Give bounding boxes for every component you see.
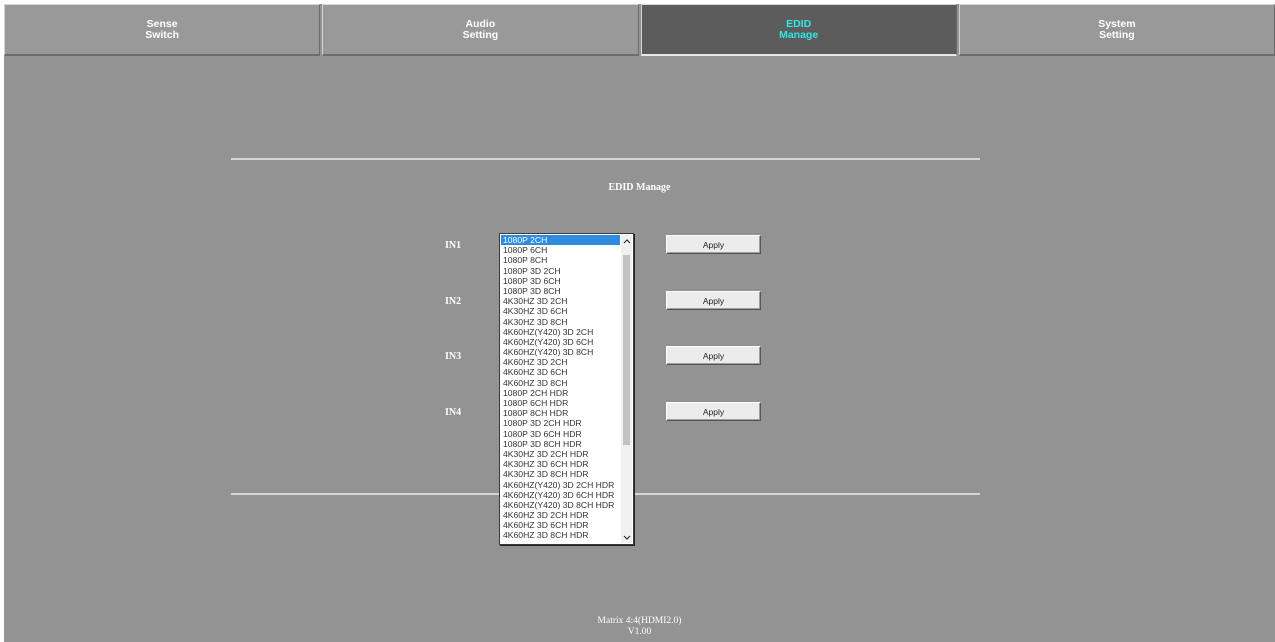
- dropdown-option[interactable]: 4K60HZ(Y420) 3D 6CH HDR: [501, 490, 620, 500]
- dropdown-option[interactable]: 1080P 2CH HDR: [501, 388, 620, 398]
- dropdown-option[interactable]: 1080P 3D 2CH: [501, 266, 620, 276]
- dropdown-option[interactable]: 4K60HZ 3D 6CH: [501, 367, 620, 377]
- in4-label: IN4: [445, 407, 462, 418]
- dropdown-option[interactable]: 1080P 8CH HDR: [501, 408, 620, 418]
- dropdown-option[interactable]: 4K60HZ 3D 8CH: [501, 378, 620, 388]
- model-name: Matrix 4:4(HDMI2.0): [597, 616, 682, 626]
- dropdown-option[interactable]: 4K30HZ 3D 2CH: [501, 296, 620, 306]
- tab-label: Audio Setting: [462, 17, 499, 41]
- tab-sense-switch[interactable]: Sense Switch: [4, 4, 321, 56]
- scrollbar-thumb[interactable]: [623, 255, 630, 445]
- dropdown-option[interactable]: 4K60HZ 3D 2CH HDR: [501, 510, 620, 520]
- dropdown-option[interactable]: 1080P 6CH: [501, 245, 620, 255]
- footer: Matrix 4:4(HDMI2.0) V1.00: [4, 616, 1275, 638]
- dropdown-option[interactable]: 4K60HZ(Y420) 3D 2CH: [501, 327, 620, 337]
- dropdown-option[interactable]: 1080P 3D 2CH HDR: [501, 418, 620, 428]
- chevron-up-icon[interactable]: [621, 235, 632, 246]
- dropdown-option[interactable]: 1080P 8CH: [501, 255, 620, 265]
- dropdown-option[interactable]: 4K30HZ 3D 8CH: [501, 317, 620, 327]
- dropdown-option[interactable]: 4K60HZ(Y420) 3D 6CH: [501, 337, 620, 347]
- in1-edid-dropdown-list[interactable]: 1080P 2CH 1080P 6CH 1080P 8CH 1080P 3D 2CH 1…: [499, 233, 634, 545]
- dropdown-option[interactable]: 4K30HZ 3D 8CH HDR: [501, 469, 620, 479]
- dropdown-scrollbar[interactable]: [621, 235, 632, 543]
- dropdown-option[interactable]: 4K60HZ(Y420) 3D 8CH: [501, 347, 620, 357]
- dropdown-option[interactable]: 1080P 3D 8CH HDR: [501, 439, 620, 449]
- in1-apply-button[interactable]: Apply: [666, 235, 761, 254]
- dropdown-option[interactable]: 1080P 3D 8CH: [501, 286, 620, 296]
- dropdown-option[interactable]: 4K30HZ 3D 6CH HDR: [501, 459, 620, 469]
- in1-label: IN1: [445, 240, 462, 251]
- chevron-down-icon[interactable]: [621, 532, 632, 543]
- tab-audio-setting[interactable]: Audio Setting: [322, 4, 639, 56]
- dropdown-option[interactable]: 4K30HZ 3D 2CH HDR: [501, 449, 620, 459]
- in3-label: IN3: [445, 351, 462, 362]
- tab-label: System Setting: [1098, 17, 1136, 41]
- app-frame: Sense Switch Audio Setting EDID Manage S…: [4, 4, 1275, 642]
- in4-apply-button[interactable]: Apply: [666, 402, 761, 421]
- tab-system-setting[interactable]: System Setting: [958, 4, 1275, 56]
- dropdown-options: 1080P 2CH 1080P 6CH 1080P 8CH 1080P 3D 2CH 1…: [501, 235, 620, 541]
- dropdown-option[interactable]: 4K60HZ 3D 8CH HDR: [501, 530, 620, 540]
- firmware-version: V1.00: [627, 627, 652, 637]
- section-title: EDID Manage: [608, 182, 671, 193]
- dropdown-option[interactable]: 1080P 3D 6CH: [501, 276, 620, 286]
- dropdown-option[interactable]: 1080P 6CH HDR: [501, 398, 620, 408]
- in2-apply-button[interactable]: Apply: [666, 291, 761, 310]
- in2-label: IN2: [445, 296, 462, 307]
- in3-apply-button[interactable]: Apply: [666, 346, 761, 365]
- tab-edid-manage[interactable]: EDID Manage: [640, 4, 957, 56]
- tab-bar: Sense Switch Audio Setting EDID Manage S…: [4, 4, 1275, 60]
- dropdown-option[interactable]: 4K60HZ(Y420) 3D 8CH HDR: [501, 500, 620, 510]
- dropdown-option[interactable]: 4K30HZ 3D 6CH: [501, 306, 620, 316]
- dropdown-option[interactable]: 4K60HZ 3D 6CH HDR: [501, 520, 620, 530]
- dropdown-option[interactable]: 4K60HZ 3D 2CH: [501, 357, 620, 367]
- tab-label: EDID Manage: [779, 17, 819, 41]
- dropdown-option[interactable]: 1080P 2CH: [501, 235, 620, 246]
- tab-label: Sense Switch: [145, 17, 180, 41]
- dropdown-option[interactable]: 4K60HZ(Y420) 3D 2CH HDR: [501, 480, 620, 490]
- dropdown-option[interactable]: 1080P 3D 6CH HDR: [501, 429, 620, 439]
- divider-top: [231, 158, 980, 160]
